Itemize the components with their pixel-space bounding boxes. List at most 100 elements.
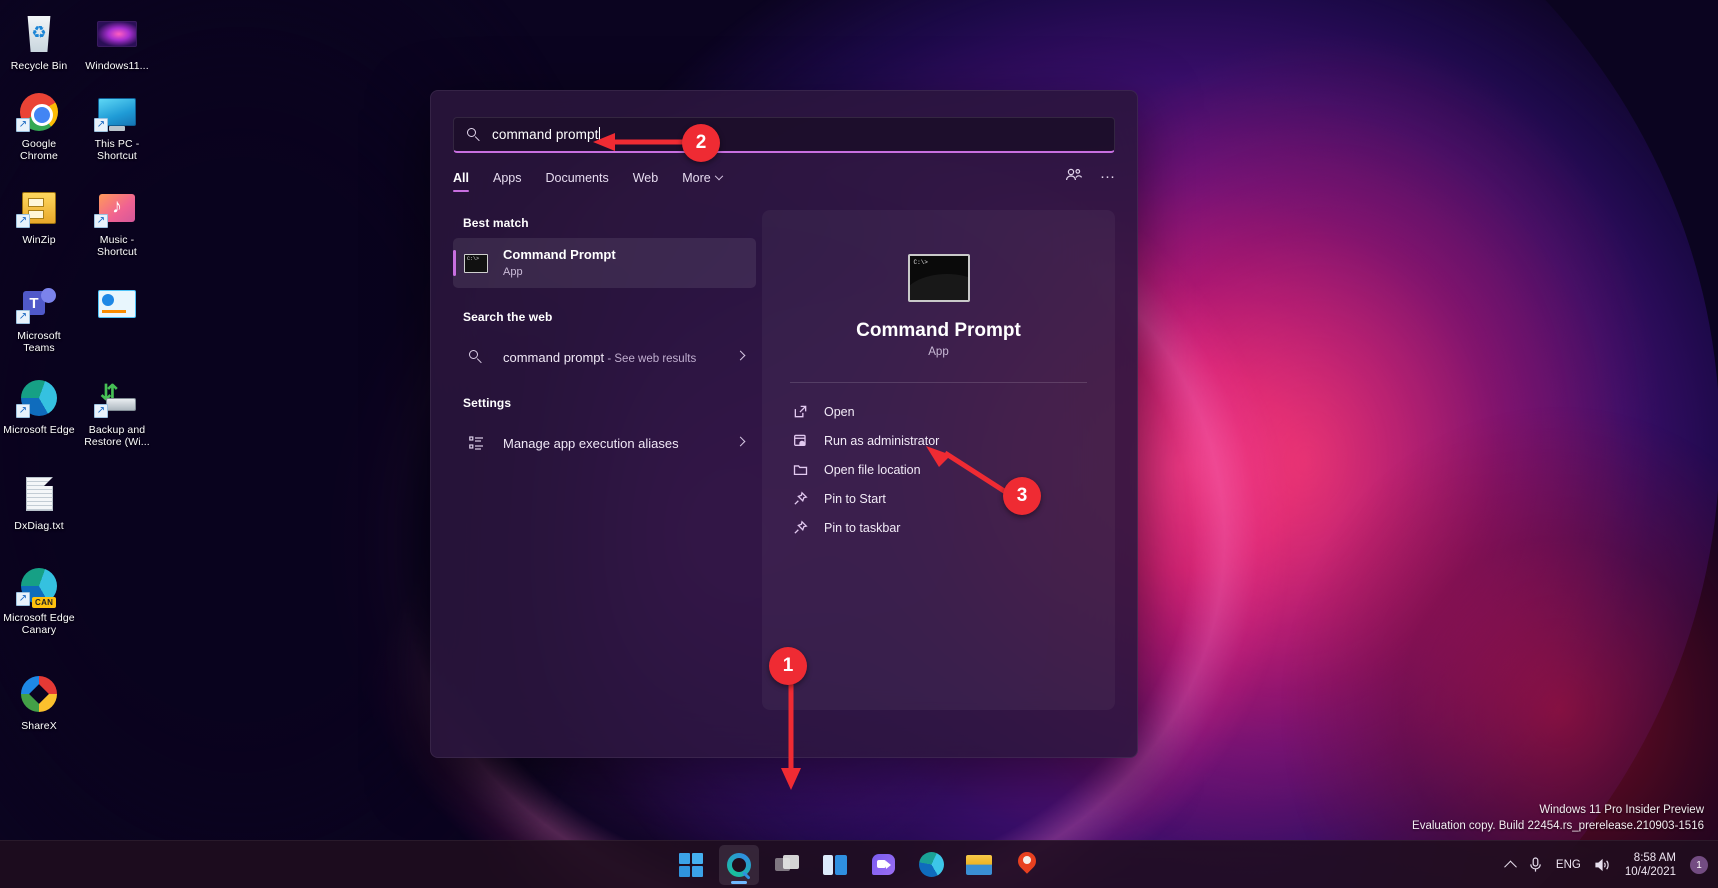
volume-icon[interactable] [1595, 858, 1611, 872]
desktop-icon-sharex[interactable]: ShareX [0, 668, 78, 738]
open-action[interactable]: Open [784, 397, 1093, 426]
desktop-icon-label: Google Chrome [2, 138, 76, 162]
task-view-icon [775, 855, 799, 875]
clock-date: 10/4/2021 [1625, 865, 1676, 879]
taskbar-widgets-button[interactable] [815, 845, 855, 885]
result-title: Command Prompt [503, 247, 616, 263]
chrome-icon [16, 90, 62, 134]
tab-label: More [682, 171, 710, 185]
tab-documents[interactable]: Documents [545, 167, 608, 194]
microphone-icon[interactable] [1529, 857, 1542, 873]
result-manage-app-execution-aliases[interactable]: Manage app execution aliases [453, 418, 756, 468]
desktop-icon-label: Microsoft Teams [2, 330, 76, 354]
tab-label: Documents [545, 171, 608, 185]
tab-all[interactable]: All [453, 167, 469, 194]
desktop-icon-label: Microsoft Edge [3, 424, 74, 436]
annotation-badge-3: 3 [1003, 477, 1041, 515]
result-subtitle: App [503, 265, 616, 279]
preview-app-title: Command Prompt [762, 320, 1115, 342]
taskbar-buttons [671, 845, 1047, 885]
clock-time: 8:58 AM [1625, 851, 1676, 865]
result-title: command prompt [503, 350, 604, 365]
list-icon [463, 430, 489, 456]
desktop-icon-windows11-wallpaper[interactable]: Windows11... [78, 8, 156, 78]
search-icon [466, 127, 482, 143]
taskbar-search-button[interactable] [719, 845, 759, 885]
preview-app-subtitle: App [762, 346, 1115, 358]
chevron-down-icon [714, 172, 722, 180]
widgets-icon [823, 855, 847, 875]
desktop-icon-dxdiag-txt[interactable]: DxDiag.txt [0, 468, 78, 538]
desktop-icon-label: Backup and Restore (Wi... [80, 424, 154, 448]
switch-account-icon[interactable] [1065, 167, 1082, 186]
result-suffix: - See web results [604, 353, 696, 365]
desktop-icon-label: This PC - Shortcut [80, 138, 154, 162]
desktop-icon-recycle-bin[interactable]: Recycle Bin [0, 8, 78, 78]
tab-more[interactable]: More [682, 167, 721, 194]
tab-label: Web [633, 171, 658, 185]
desktop-icon-label: Windows11... [85, 60, 148, 72]
recycle-bin-icon [16, 12, 62, 56]
search-icon [463, 344, 489, 370]
desktop: Recycle Bin Windows11... Google Chrome T… [0, 0, 1718, 888]
desktop-icon-this-pc[interactable]: This PC - Shortcut [78, 86, 156, 168]
pin-icon [790, 518, 810, 538]
divider [790, 382, 1087, 383]
tab-web[interactable]: Web [633, 167, 658, 194]
pin-to-taskbar-action[interactable]: Pin to taskbar [784, 513, 1093, 542]
shield-admin-icon [790, 431, 810, 451]
taskbar-start-button[interactable] [671, 845, 711, 885]
watermark-line-2: Evaluation copy. Build 22454.rs_prerelea… [1412, 818, 1704, 834]
search-icon [727, 853, 751, 877]
teams-icon [16, 282, 62, 326]
chat-icon [872, 854, 895, 875]
tab-apps[interactable]: Apps [493, 167, 522, 194]
taskbar-edge-button[interactable] [911, 845, 951, 885]
taskbar-file-explorer-button[interactable] [959, 845, 999, 885]
desktop-icon-winzip[interactable]: WinZip [0, 182, 78, 264]
action-label: Pin to Start [824, 492, 886, 506]
canary-badge: CAN [32, 597, 56, 608]
chart-app-icon [94, 282, 140, 326]
notification-center-button[interactable]: 1 [1690, 856, 1708, 874]
taskbar-sharex-button[interactable] [1007, 845, 1047, 885]
annotation-arrow-1 [778, 682, 804, 792]
result-command-prompt[interactable]: Command Prompt App [453, 238, 756, 288]
taskbar-task-view-button[interactable] [767, 845, 807, 885]
command-prompt-icon [908, 254, 970, 302]
search-input[interactable]: command prompt [453, 117, 1115, 153]
desktop-icon-backup-and-restore[interactable]: Backup and Restore (Wi... [78, 372, 156, 454]
clock[interactable]: 8:58 AM 10/4/2021 [1625, 851, 1676, 879]
section-heading-best-match: Best match [463, 216, 756, 230]
result-web-search[interactable]: command prompt - See web results [453, 332, 756, 382]
language-indicator[interactable]: ENG [1556, 859, 1581, 871]
edge-canary-icon: CAN [16, 564, 62, 608]
chevron-right-icon [736, 351, 746, 361]
music-folder-icon [94, 186, 140, 230]
annotation-badge-2: 2 [682, 124, 720, 162]
desktop-icon-label: WinZip [22, 234, 55, 246]
edge-icon [16, 376, 62, 420]
desktop-icon-microsoft-teams[interactable]: Microsoft Teams [0, 278, 78, 360]
desktop-icon-microsoft-edge[interactable]: Microsoft Edge [0, 372, 78, 454]
winzip-icon [16, 186, 62, 230]
sharex-icon [1015, 852, 1039, 878]
computer-icon [94, 90, 140, 134]
desktop-icon-microsoft-edge-canary[interactable]: CAN Microsoft Edge Canary [0, 560, 78, 642]
command-prompt-icon [463, 250, 489, 276]
search-filter-tabs: All Apps Documents Web More ··· [431, 153, 1137, 194]
search-box-container: command prompt [431, 91, 1137, 153]
desktop-icon-chart-app[interactable] [78, 278, 156, 360]
show-hidden-icons-button[interactable] [1506, 861, 1515, 870]
action-label: Open file location [824, 463, 921, 477]
search-header-actions: ··· [1065, 167, 1115, 186]
more-options-icon[interactable]: ··· [1100, 169, 1115, 184]
windows-logo-icon [679, 853, 703, 877]
taskbar-chat-button[interactable] [863, 845, 903, 885]
chevron-right-icon [736, 437, 746, 447]
section-heading-settings: Settings [463, 396, 756, 410]
result-title: Manage app execution aliases [503, 436, 679, 451]
chevron-up-icon [1504, 860, 1517, 873]
desktop-icon-music[interactable]: Music - Shortcut [78, 182, 156, 264]
desktop-icon-google-chrome[interactable]: Google Chrome [0, 86, 78, 168]
